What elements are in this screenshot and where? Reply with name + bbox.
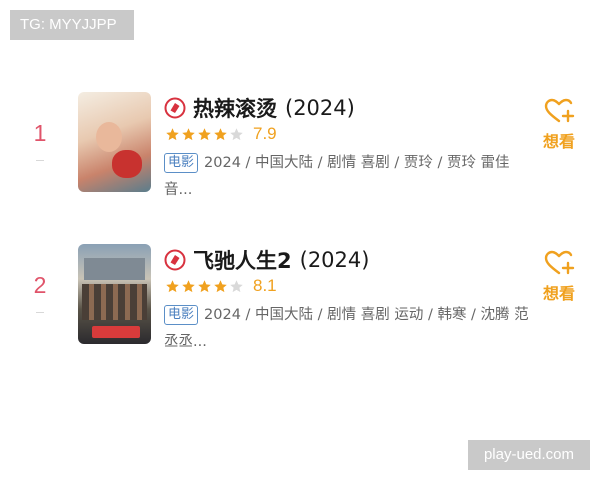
movie-description: 电影 2024 / 中国大陆 / 剧情 喜剧 / 贾玲 / 贾玲 雷佳音... <box>164 150 534 204</box>
star-filled-icon <box>198 127 211 140</box>
score: 8.1 <box>253 276 277 295</box>
star-filled-icon <box>166 127 179 140</box>
rank-number: 1 <box>33 120 47 146</box>
want-to-watch-button[interactable]: 想看 <box>538 96 580 152</box>
heart-plus-icon <box>544 98 575 123</box>
want-to-watch-label: 想看 <box>542 284 575 303</box>
rank-divider <box>36 312 44 313</box>
rating-row: 7.9 <box>165 124 277 144</box>
movie-info: 2024 / 中国大陆 / 剧情 喜剧 运动 / 韩寒 / 沈腾 范丞丞... <box>164 307 529 350</box>
movie-description: 电影 2024 / 中国大陆 / 剧情 喜剧 运动 / 韩寒 / 沈腾 范丞丞..… <box>164 302 534 356</box>
rank-number: 2 <box>33 272 47 298</box>
movie-title: 热辣滚烫 <box>193 97 277 121</box>
star-empty-icon <box>230 279 243 292</box>
score: 7.9 <box>253 124 277 143</box>
star-filled-icon <box>166 279 179 292</box>
star-filled-icon <box>214 279 227 292</box>
play-icon <box>164 97 186 119</box>
movie-poster[interactable] <box>78 244 151 344</box>
star-filled-icon <box>182 279 195 292</box>
star-rating <box>165 127 245 142</box>
movie-title: 飞驰人生2 <box>193 249 292 273</box>
star-filled-icon <box>214 127 227 140</box>
category-tag: 电影 <box>164 305 199 325</box>
want-to-watch-button[interactable]: 想看 <box>538 248 580 304</box>
want-to-watch-label: 想看 <box>542 132 575 151</box>
star-filled-icon <box>198 279 211 292</box>
play-icon <box>164 249 186 271</box>
star-rating <box>165 279 245 294</box>
heart-plus-icon <box>544 250 575 275</box>
movie-year: (2024) <box>299 248 370 272</box>
movie-info: 2024 / 中国大陆 / 剧情 喜剧 / 贾玲 / 贾玲 雷佳音... <box>164 155 510 198</box>
title-row[interactable]: 热辣滚烫 (2024) <box>164 93 355 123</box>
title-row[interactable]: 飞驰人生2 (2024) <box>164 245 369 275</box>
rating-row: 8.1 <box>165 276 277 296</box>
rank-divider <box>36 160 44 161</box>
category-tag: 电影 <box>164 153 199 173</box>
movie-poster[interactable] <box>78 92 151 192</box>
list-item[interactable]: 1 热辣滚烫 (2024) 7.9 电影 2024 / 中国大陆 / 剧情 喜剧 … <box>0 88 600 213</box>
movie-year: (2024) <box>285 96 355 120</box>
star-filled-icon <box>182 127 195 140</box>
watermark-bottom-right: play-ued.com <box>468 440 590 470</box>
watermark-top-left: TG: MYYJJPP <box>10 10 134 40</box>
list-item[interactable]: 2 飞驰人生2 (2024) 8.1 电影 2024 / 中国大陆 / 剧情 喜剧… <box>0 240 600 365</box>
star-empty-icon <box>230 127 243 140</box>
